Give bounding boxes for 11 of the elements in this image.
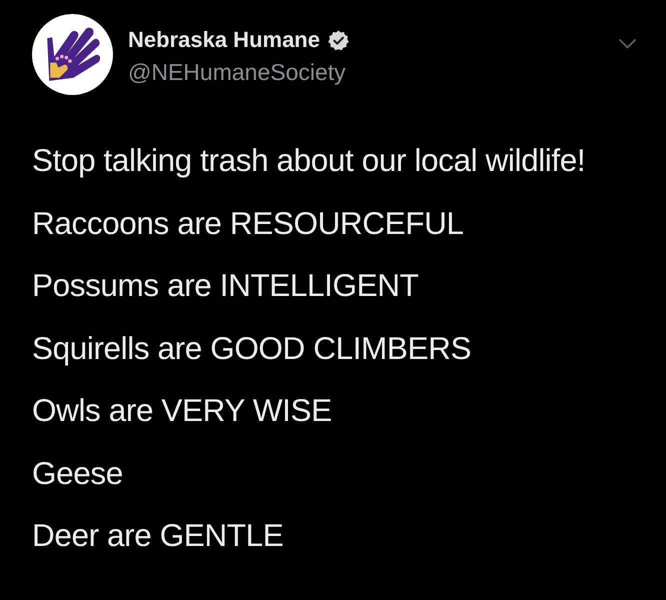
tweet-text-line: Geese — [32, 454, 124, 492]
tweet-text-line: Possums are INTELLIGENT — [32, 266, 420, 305]
hand-logo-avatar-icon — [32, 14, 113, 95]
tweet-text-line: Owls are VERY WISE — [32, 391, 333, 430]
tweet-text-line: Deer are GENTLE — [32, 516, 284, 555]
tweet-text-line: Stop talking trash about our local wildlife! — [32, 141, 586, 180]
chevron-down-icon[interactable] — [619, 39, 636, 49]
tweet-text-line: Squirells are GOOD CLIMBERS — [32, 328, 472, 368]
account-name: Nebraska Humane — [128, 26, 320, 54]
account-handle: @NEHumaneSociety — [128, 58, 347, 86]
tweet-text-line: Raccoons are RESOURCEFUL — [32, 204, 465, 242]
